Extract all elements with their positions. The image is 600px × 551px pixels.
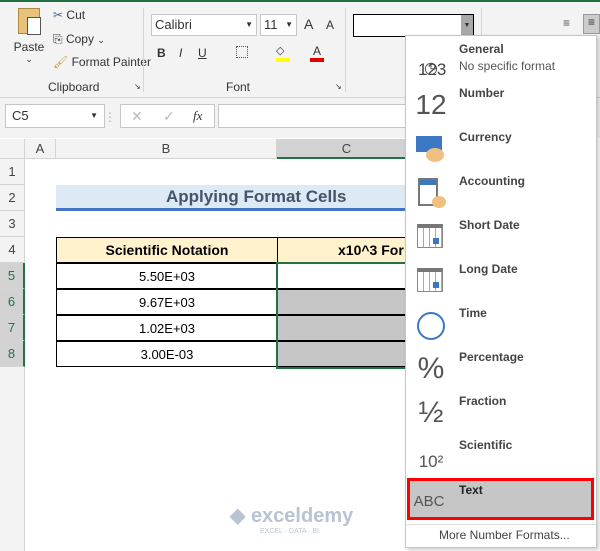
align-left-icon[interactable]: ≡ (563, 16, 570, 30)
row-header-1[interactable]: 1 (0, 159, 25, 185)
menu-item-short-date[interactable]: Short Date (406, 214, 596, 258)
calendar-icon (414, 264, 448, 298)
grow-font-button[interactable]: A (304, 16, 313, 32)
copy-button[interactable]: ⎘ Copy ⌄ (53, 32, 105, 47)
menu-item-time[interactable]: Time (406, 302, 596, 346)
font-size-value: 11 (264, 17, 278, 32)
clipboard-group-label: Clipboard (48, 80, 100, 94)
row-header-3[interactable]: 3 (0, 211, 25, 237)
value-cell[interactable]: 9.67E+03 (56, 289, 278, 315)
fill-color-icon[interactable]: ◇ (276, 44, 290, 62)
formula-input[interactable] (218, 104, 418, 128)
menu-item-long-date[interactable]: Long Date (406, 258, 596, 302)
row-header-7[interactable]: 7 (0, 315, 25, 341)
header-cell-x10-3[interactable]: x10^3 For (277, 237, 417, 263)
italic-button[interactable]: I (179, 46, 182, 60)
format-painter-button[interactable]: 🖌 Format Painter (53, 55, 151, 69)
brush-icon: 🖌 (53, 55, 69, 69)
clock-icon (414, 308, 448, 342)
menu-sublabel: No specific format (459, 59, 556, 73)
value-cell[interactable]: 5.50E+03 (56, 263, 278, 289)
menu-label: Fraction (459, 394, 507, 408)
cut-label: Cut (66, 8, 86, 22)
cancel-icon[interactable]: ✕ (131, 108, 143, 125)
value-cell[interactable]: 3.00E-03 (56, 341, 278, 367)
number-format-dropdown: ◷ 123 General No specific format 12 Number C… (405, 35, 597, 548)
menu-label: Number (459, 86, 505, 100)
abc-icon: ABC (413, 493, 445, 510)
underline-button[interactable]: U (198, 46, 207, 60)
menu-item-accounting[interactable]: Accounting (406, 170, 596, 214)
menu-item-number[interactable]: 12 Number (406, 82, 596, 126)
format-painter-label: Format Painter (71, 55, 151, 69)
paste-button[interactable]: Paste ⌄ (10, 8, 48, 74)
menu-label: Currency (459, 130, 512, 144)
row-header-8[interactable]: 8 (0, 341, 25, 367)
fraction-icon: ½ (418, 396, 444, 429)
row-header-5[interactable]: 5 (0, 263, 25, 289)
calculator-icon (414, 176, 448, 210)
more-number-formats-link[interactable]: More Number Formats... (439, 528, 570, 542)
sheet-title: Applying Format Cells (56, 185, 406, 211)
insert-function-icon[interactable]: fx (193, 108, 202, 124)
column-header-c[interactable]: C (277, 139, 417, 159)
value-cell[interactable]: 1.02E+03 (56, 315, 278, 341)
menu-label: General (459, 42, 504, 56)
clipboard-icon (18, 8, 41, 35)
column-header-b[interactable]: B (56, 139, 277, 159)
menu-item-currency[interactable]: Currency (406, 126, 596, 170)
name-box-value: C5 (12, 108, 29, 123)
menu-label: Long Date (459, 262, 518, 276)
row-header-2[interactable]: 2 (0, 185, 25, 211)
menu-label: Short Date (459, 218, 520, 232)
menu-item-fraction[interactable]: ½ Fraction (406, 390, 596, 434)
header-cell-scientific[interactable]: Scientific Notation (56, 237, 278, 263)
watermark-text: exceldemy (250, 505, 354, 527)
bold-button[interactable]: B (157, 46, 166, 60)
menu-item-percentage[interactable]: % Percentage (406, 346, 596, 390)
scientific-icon: 10² (418, 452, 444, 471)
select-all-button[interactable] (0, 139, 25, 159)
font-group-label: Font (226, 80, 251, 94)
scissors-icon: ✂ (53, 8, 64, 22)
font-launcher-icon[interactable]: ↘ (335, 82, 342, 91)
copy-label: Copy (65, 32, 94, 46)
align-center-icon[interactable]: ≡ (583, 14, 600, 34)
menu-label: Percentage (459, 350, 524, 364)
general-icon-text: 123 (418, 60, 447, 79)
row-header-4[interactable]: 4 (0, 237, 25, 263)
menu-label: Accounting (459, 174, 525, 188)
menu-label: Text (459, 483, 483, 497)
menu-item-scientific[interactable]: 10² Scientific (406, 434, 596, 478)
row-header-6[interactable]: 6 (0, 289, 25, 315)
watermark: ◆ exceldemy EXCEL · DATA · BI (230, 505, 354, 535)
column-header-a[interactable]: A (25, 139, 56, 159)
paste-label: Paste (13, 40, 45, 54)
shrink-font-button[interactable]: A (326, 18, 334, 32)
number-12-icon: 12 (415, 89, 447, 120)
chevron-down-icon[interactable]: ▼ (461, 15, 473, 36)
cut-button[interactable]: ✂ Cut (53, 8, 85, 22)
font-name-select[interactable]: Calibri ▼ (151, 14, 257, 36)
enter-icon[interactable]: ✓ (163, 108, 175, 125)
calendar-icon (414, 220, 448, 254)
font-color-button[interactable]: A (310, 44, 324, 62)
name-box[interactable]: C5 ▼ (5, 104, 105, 128)
currency-icon (414, 132, 448, 166)
number-format-select[interactable]: ▼ (353, 14, 474, 37)
font-size-select[interactable]: 11 ▼ (260, 14, 297, 36)
formula-buttons: ✕ ✓ fx (120, 104, 215, 128)
clipboard-launcher-icon[interactable]: ↘ (134, 82, 141, 91)
menu-label: Time (459, 306, 487, 320)
borders-icon[interactable] (236, 46, 248, 58)
menu-item-general[interactable]: ◷ 123 General No specific format (406, 38, 596, 82)
copy-icon: ⎘ (53, 32, 63, 46)
watermark-sub: EXCEL · DATA · BI (260, 528, 319, 535)
menu-label: Scientific (459, 438, 513, 452)
menu-item-text[interactable]: ABC Text (407, 478, 594, 520)
font-name-value: Calibri (155, 17, 192, 32)
percent-icon: % (417, 352, 445, 385)
selection-border (276, 262, 416, 369)
